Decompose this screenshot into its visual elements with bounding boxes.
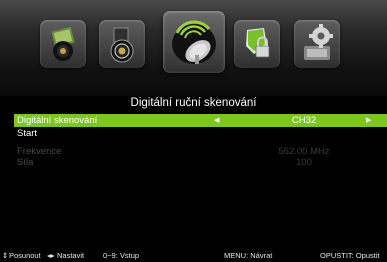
row-label: Start xyxy=(17,128,38,139)
hint-move: Posunout xyxy=(9,251,41,260)
footer-hints: ⇕ Posunout ◂▸ Nastavit 0~9: Vstup MENU: … xyxy=(0,250,387,262)
arrow-left-icon[interactable]: ◀ xyxy=(214,114,219,127)
hint-exit: OPUSTIT: Opustit xyxy=(320,251,380,260)
sound-icon[interactable] xyxy=(99,20,145,68)
signal-strength-value: 100 xyxy=(296,157,312,168)
setup-icon[interactable] xyxy=(294,20,340,68)
row-label: Síla xyxy=(17,157,34,168)
lock-icon[interactable] xyxy=(234,20,280,68)
start-row[interactable]: Start xyxy=(14,127,387,140)
signal-strength-row: Síla 100 xyxy=(14,156,387,169)
left-right-icon: ◂▸ xyxy=(47,251,55,260)
up-down-icon: ⇕ xyxy=(2,251,9,260)
channel-value: CH32 xyxy=(291,115,317,126)
hint-menu: MENU: Návrat xyxy=(224,251,273,260)
hint-input: 0~9: Vstup xyxy=(103,251,140,260)
page-title: Digitální ruční skenování xyxy=(130,97,257,109)
digital-scan-row[interactable]: Digitální skenování ◀ CH32 ▶ xyxy=(14,114,387,127)
arrow-right-icon[interactable]: ▶ xyxy=(366,114,371,127)
picture-icon[interactable] xyxy=(40,20,86,68)
channel-icon[interactable] xyxy=(163,11,225,73)
hint-set: Nastavit xyxy=(57,251,85,260)
row-label: Digitální skenování xyxy=(17,115,98,126)
